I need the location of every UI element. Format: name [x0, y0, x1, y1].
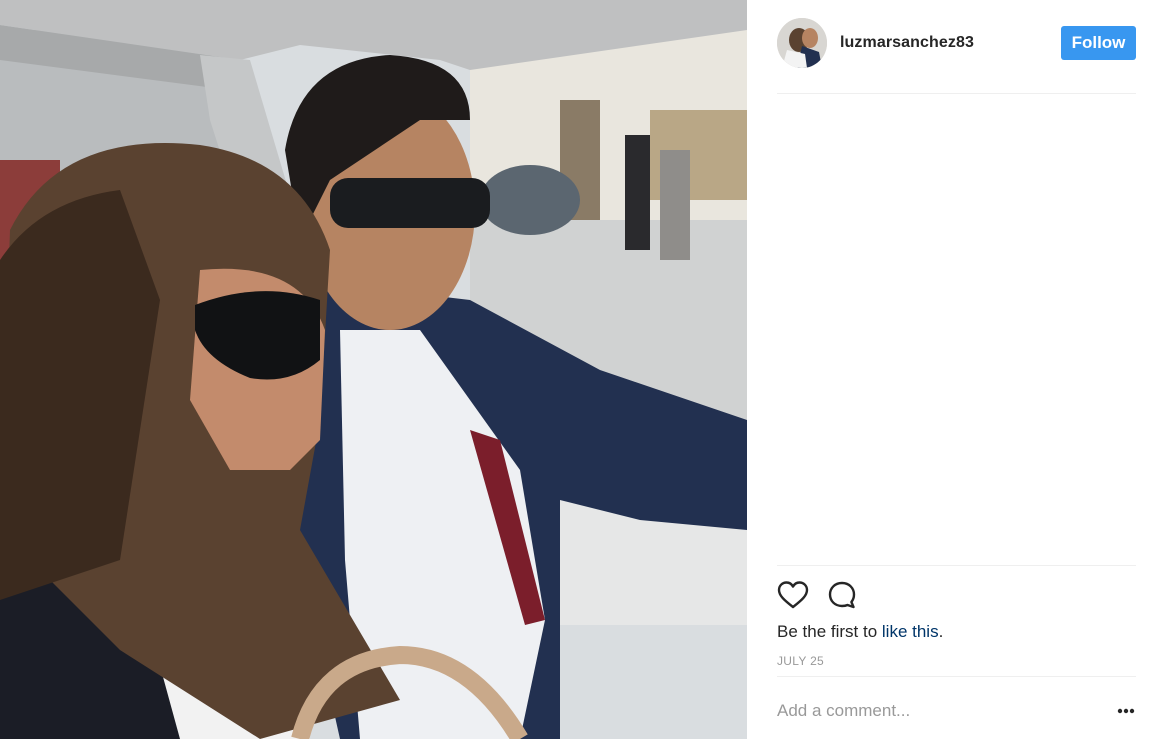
comment-bubble-icon[interactable]	[827, 580, 857, 610]
username[interactable]: luzmarsanchez83	[840, 34, 974, 52]
comment-input[interactable]	[777, 697, 1097, 725]
post-header: luzmarsanchez83 Follow	[777, 18, 1136, 94]
action-bar	[777, 580, 897, 610]
likes-text: Be the first to like this.	[777, 622, 943, 642]
post-sidebar: luzmarsanchez83 Follow Be the first to l…	[747, 0, 1160, 739]
avatar[interactable]	[777, 18, 827, 68]
comment-section	[777, 676, 1136, 741]
post-footer: Be the first to like this. JULY 25	[777, 565, 1136, 725]
post-photo[interactable]	[0, 0, 747, 739]
follow-button[interactable]: Follow	[1061, 26, 1136, 60]
more-options-icon[interactable]	[1116, 703, 1136, 719]
heart-icon[interactable]	[777, 580, 809, 610]
like-this-link[interactable]: like this	[882, 622, 939, 641]
post-date: JULY 25	[777, 654, 825, 668]
likes-suffix: .	[938, 622, 944, 641]
avatar-image	[777, 18, 827, 68]
photo-image	[0, 0, 747, 739]
likes-prefix: Be the first to	[777, 622, 882, 641]
